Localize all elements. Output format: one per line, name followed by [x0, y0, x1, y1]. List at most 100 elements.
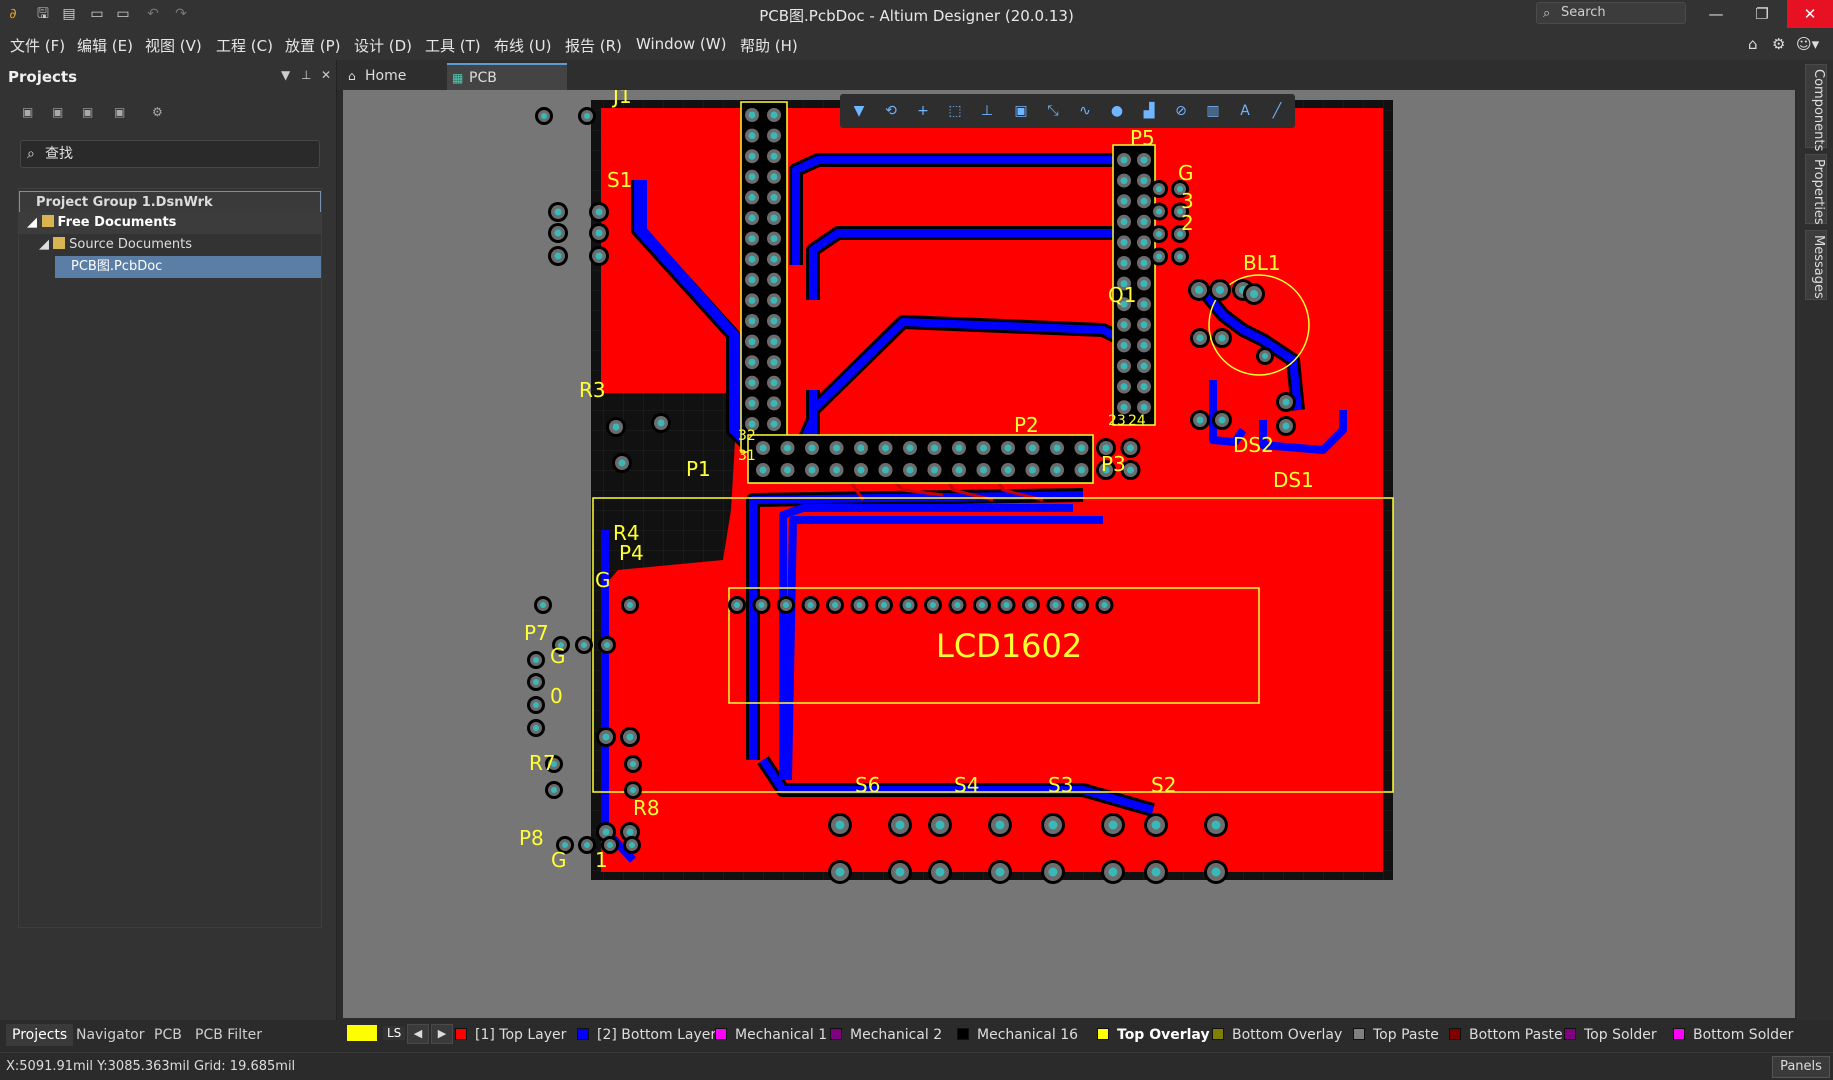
layer-tab-3[interactable]: Mechanical 2	[830, 1027, 942, 1043]
cursor-coordinates: X:5091.91mil Y:3085.363mil	[6, 1059, 190, 1074]
menu-help[interactable]: 帮助 (H)	[740, 35, 798, 56]
layer-tab-1[interactable]: [2] Bottom Layer	[577, 1027, 716, 1043]
pad	[783, 602, 789, 608]
menu-view[interactable]: 视图 (V)	[145, 35, 202, 56]
layer-set-label[interactable]: LS	[383, 1026, 406, 1040]
active-bar: ▼ ⟲ + ⬚ ⊥ ▣ ⤡ ∿ ● ▟ ⊘ ▥ A ╱	[840, 94, 1295, 128]
tree-item-project-group[interactable]: Project Group 1.DsnWrk	[19, 191, 321, 213]
layer-tab-5[interactable]: Top Overlay	[1097, 1027, 1210, 1043]
user-icon[interactable]: ☺▾	[1796, 35, 1819, 53]
pad	[1140, 321, 1148, 329]
project-search-input[interactable]: ⌕ 查找	[20, 140, 320, 168]
tab-pcb-doc[interactable]: ▦PCB图.PcbDoc	[447, 63, 567, 113]
text-icon[interactable]: A	[1236, 102, 1254, 120]
menu-tools[interactable]: 工具 (T)	[425, 35, 481, 56]
layer-tab-4[interactable]: Mechanical 16	[957, 1027, 1078, 1043]
layer-prev-button[interactable]: ◀	[407, 1024, 429, 1044]
layer-tab-9[interactable]: Top Solder	[1564, 1027, 1657, 1043]
menu-edit[interactable]: 编辑 (E)	[77, 35, 133, 56]
tab-pcb-filter[interactable]: PCB Filter	[189, 1024, 268, 1046]
pin-icon[interactable]: ⊥	[301, 68, 311, 82]
layer-tab-7[interactable]: Top Paste	[1353, 1027, 1439, 1043]
tree-item-source-documents[interactable]: ◢ Source Documents	[19, 234, 321, 256]
layer-tab-6[interactable]: Bottom Overlay	[1212, 1027, 1342, 1043]
pad	[1156, 253, 1162, 260]
length-tune-icon[interactable]: ∿	[1076, 102, 1094, 120]
panel-messages[interactable]: Messages	[1805, 230, 1827, 300]
tab-home-page[interactable]: ⌂Home Page	[343, 63, 447, 111]
panel-components[interactable]: Components	[1805, 64, 1827, 151]
pcb-canvas[interactable]: S1 J1 R3 P1 P2 P3 P4 P5 P7 P8 Q1 R4 R7 R…	[343, 90, 1795, 1018]
pad	[612, 423, 620, 431]
polygon-icon[interactable]: ▟	[1140, 102, 1158, 120]
gear-icon[interactable]: ⚙	[1772, 35, 1785, 53]
label-R7: R7	[529, 751, 556, 775]
filter-icon[interactable]: ▼	[850, 102, 868, 120]
pad	[1250, 290, 1258, 298]
layer-tab-8[interactable]: Bottom Paste	[1449, 1027, 1563, 1043]
pad	[1140, 341, 1148, 349]
pad	[1028, 602, 1034, 608]
copy-doc-icon[interactable]: ▣	[52, 105, 68, 121]
dimension-icon[interactable]: ▥	[1204, 102, 1222, 120]
pad	[1048, 867, 1058, 877]
save-doc-icon[interactable]: ▣	[22, 105, 38, 121]
menu-route[interactable]: 布线 (U)	[494, 35, 551, 56]
tab-projects[interactable]: Projects	[6, 1024, 74, 1046]
keepout-icon[interactable]: ⊘	[1172, 102, 1190, 120]
home-icon[interactable]: ⌂	[1748, 35, 1758, 53]
interactive-route-icon[interactable]: ⤡	[1044, 102, 1062, 120]
menu-design[interactable]: 设计 (D)	[354, 35, 412, 56]
folder-icon	[53, 237, 66, 249]
folder-icon[interactable]: ▣	[82, 105, 98, 121]
menu-window[interactable]: Window (W)	[636, 35, 726, 53]
panel-menu-icon[interactable]: ▼	[281, 68, 290, 82]
line-icon[interactable]: ╱	[1268, 102, 1286, 120]
folder-settings-icon[interactable]: ▣	[114, 105, 130, 121]
close-panel-icon[interactable]: ✕	[321, 68, 331, 82]
minimize-button[interactable]: —	[1693, 0, 1739, 28]
pad	[1120, 218, 1128, 226]
altium-window: ∂ 🖫 ▤ ▭ ▭ ↶ ↷ PCB图.PcbDoc - Altium Desig…	[0, 0, 1833, 1080]
menu-project[interactable]: 工程 (C)	[216, 35, 273, 56]
panel-properties[interactable]: Properties	[1805, 154, 1827, 225]
search-box[interactable]: ⌕ Search	[1536, 2, 1686, 24]
layer-next-button[interactable]: ▶	[431, 1024, 453, 1044]
settings-icon[interactable]: ⚙	[152, 105, 168, 121]
route-icon[interactable]: ⟲	[882, 102, 900, 120]
menu-reports[interactable]: 报告 (R)	[565, 35, 622, 56]
align-icon[interactable]: ⊥	[978, 102, 996, 120]
component-icon[interactable]: ▣	[1012, 102, 1030, 120]
place-via-icon[interactable]: ●	[1108, 102, 1126, 120]
add-icon[interactable]: +	[914, 102, 932, 120]
current-layer-color[interactable]	[347, 1025, 377, 1041]
label-J1: J1	[611, 90, 632, 108]
pad	[784, 466, 791, 474]
tab-pcb[interactable]: PCB	[148, 1024, 188, 1046]
tree-item-pcb-doc[interactable]: PCB图.PcbDoc	[55, 256, 321, 278]
pad	[1140, 300, 1148, 308]
menu-file[interactable]: 文件 (F)	[10, 35, 65, 56]
layer-tab-10[interactable]: Bottom Solder	[1673, 1027, 1793, 1043]
pad	[533, 657, 539, 663]
tree-label: PCB图.PcbDoc	[71, 259, 163, 274]
pcb-drawing[interactable]: S1 J1 R3 P1 P2 P3 P4 P5 P7 P8 Q1 R4 R7 R…	[343, 90, 1795, 1018]
pad	[856, 602, 863, 608]
pad	[935, 820, 945, 830]
tree-item-free-documents[interactable]: ◢ Free Documents	[19, 212, 321, 234]
pad	[1120, 238, 1128, 246]
close-button[interactable]: ✕	[1787, 0, 1833, 28]
layer-tab-2[interactable]: Mechanical 1	[715, 1027, 827, 1043]
pad	[1140, 383, 1148, 391]
menu-place[interactable]: 放置 (P)	[285, 35, 341, 56]
pad	[581, 642, 587, 648]
tab-navigator[interactable]: Navigator	[70, 1024, 151, 1046]
restore-button[interactable]: ❐	[1739, 0, 1785, 28]
panels-button[interactable]: Panels	[1772, 1056, 1830, 1078]
layer-label: Top Solder	[1584, 1027, 1657, 1043]
select-rect-icon[interactable]: ⬚	[946, 102, 964, 120]
pad	[759, 444, 767, 452]
P2-header-body	[748, 435, 1093, 483]
pad	[604, 642, 610, 648]
layer-tab-0[interactable]: [1] Top Layer	[455, 1027, 566, 1043]
